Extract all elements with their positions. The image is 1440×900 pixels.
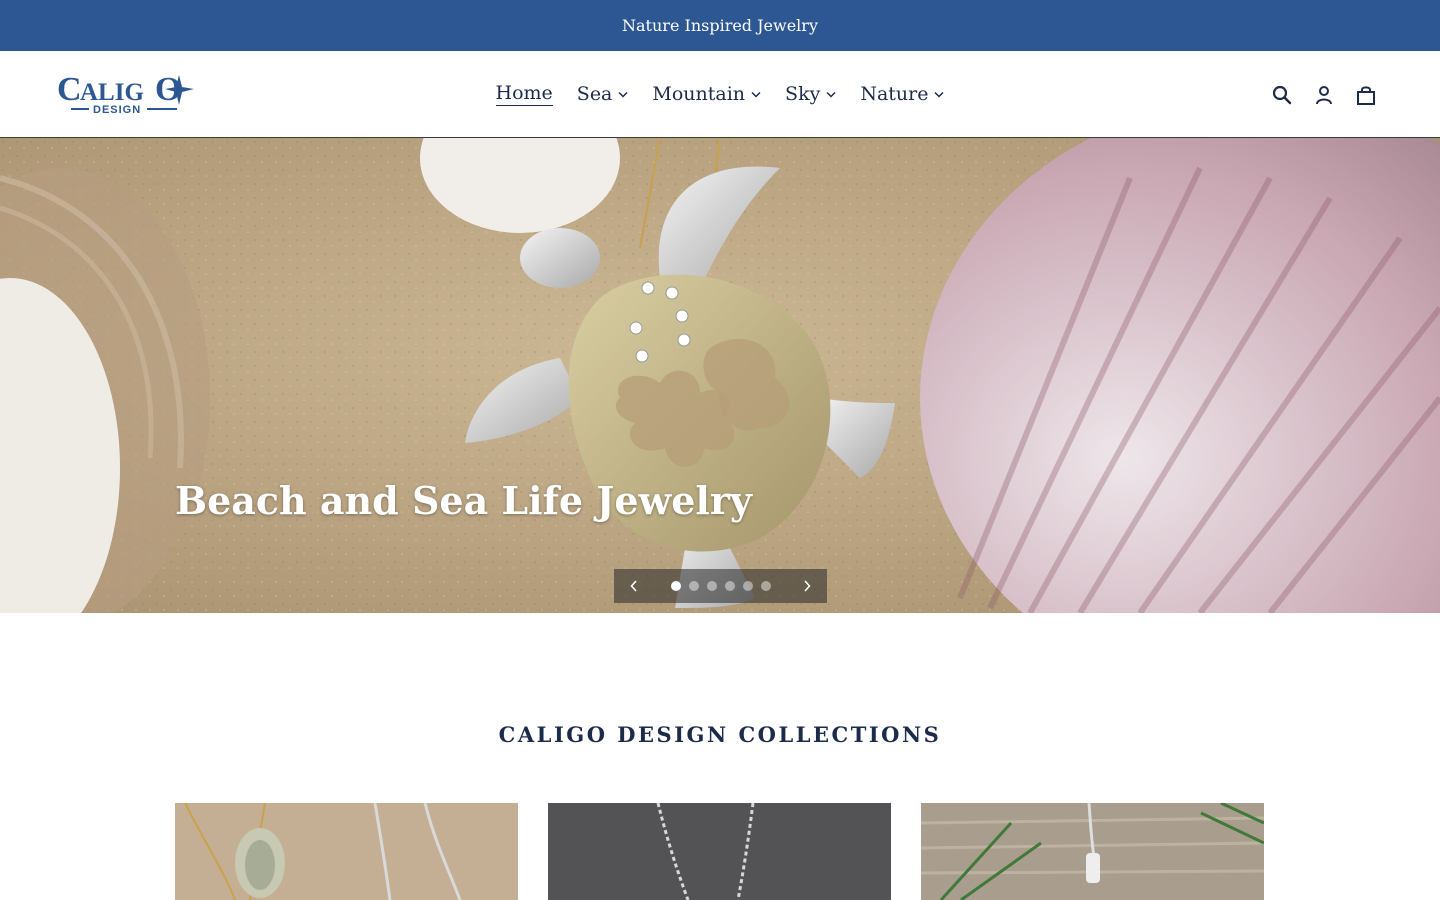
slide-heading: Beach and Sea Life Jewelry (175, 478, 752, 523)
collection-image (548, 803, 891, 900)
chevron-down-icon (618, 91, 628, 98)
search-icon[interactable] (1270, 83, 1294, 107)
caligo-logo-icon: C ALIG O DESIGN (57, 71, 194, 116)
nav-label-sky: Sky (785, 83, 821, 105)
chevron-down-icon (751, 91, 761, 98)
nav-item-sea[interactable]: Sea (565, 74, 641, 114)
svg-text:C: C (57, 71, 82, 108)
slide-dots (670, 581, 771, 591)
hero-image (0, 138, 1440, 613)
site-header: C ALIG O DESIGN Home Sea Mountain (0, 51, 1440, 138)
nav-label-mountain: Mountain (652, 83, 746, 105)
announcement-bar: Nature Inspired Jewelry (0, 0, 1440, 51)
svg-text:DESIGN: DESIGN (93, 104, 141, 116)
account-icon[interactable] (1312, 83, 1336, 107)
collections-title: CALIGO DESIGN COLLECTIONS (498, 722, 942, 747)
chevron-right-icon[interactable] (799, 578, 815, 594)
slide-dot-4[interactable] (724, 581, 735, 591)
cart-icon[interactable] (1354, 83, 1378, 107)
svg-text:ALIG: ALIG (80, 79, 144, 106)
chevron-down-icon (826, 91, 836, 98)
slide-dot-3[interactable] (706, 581, 717, 591)
chevron-left-icon[interactable] (626, 578, 642, 594)
collection-image (921, 803, 1264, 900)
nav-item-nature[interactable]: Nature (848, 74, 956, 114)
main-nav: Home Sea Mountain Sky Nature (0, 51, 1440, 137)
slide-dot-2[interactable] (688, 581, 699, 591)
collection-card[interactable] (921, 803, 1264, 900)
header-icons (1270, 81, 1378, 109)
nav-item-sky[interactable]: Sky (773, 74, 848, 114)
collection-image (175, 803, 518, 900)
nav-item-mountain[interactable]: Mountain (640, 74, 773, 114)
slide-dot-5[interactable] (742, 581, 753, 591)
announcement-text: Nature Inspired Jewelry (622, 16, 818, 35)
nav-label-sea: Sea (576, 83, 613, 105)
collection-card[interactable] (175, 803, 518, 900)
collection-grid (175, 803, 1265, 900)
site-logo[interactable]: C ALIG O DESIGN (57, 69, 197, 117)
chevron-down-icon (934, 91, 944, 98)
collection-card[interactable] (548, 803, 891, 900)
slide-dot-1[interactable] (670, 581, 681, 591)
slideshow-controls (614, 569, 827, 603)
hero-slideshow[interactable]: Beach and Sea Life Jewelry (0, 138, 1440, 613)
slide-dot-6[interactable] (760, 581, 771, 591)
nav-label-nature: Nature (860, 83, 929, 105)
nav-item-home[interactable]: Home (484, 74, 565, 114)
nav-label-home: Home (495, 82, 553, 106)
